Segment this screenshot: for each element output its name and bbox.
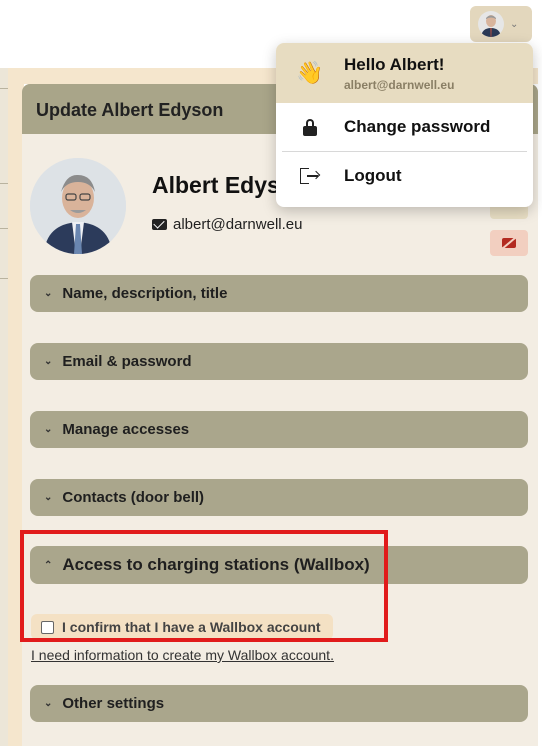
wave-icon: 👋 bbox=[296, 60, 324, 85]
profile-email-row: albert@darnwell.eu bbox=[152, 216, 302, 233]
logout-icon bbox=[300, 168, 321, 184]
accordion-contacts[interactable]: ⌄ Contacts (door bell) bbox=[30, 479, 528, 516]
accordion-other-settings[interactable]: ⌄ Other settings bbox=[30, 685, 528, 722]
accordion-label: Name, description, title bbox=[62, 285, 228, 302]
profile-photo bbox=[30, 158, 126, 254]
dropdown-greeting: 👋 Hello Albert! albert@darnwell.eu bbox=[276, 43, 533, 103]
avatar bbox=[478, 11, 504, 37]
highlight-box bbox=[20, 530, 388, 642]
menu-item-change-password[interactable]: Change password bbox=[276, 103, 533, 151]
chevron-down-icon: ⌄ bbox=[44, 288, 53, 299]
accordion-label: Other settings bbox=[62, 695, 165, 712]
accordion-label: Manage accesses bbox=[62, 421, 190, 438]
chevron-down-icon: ⌄ bbox=[44, 356, 53, 367]
chevron-down-icon: ⌄ bbox=[44, 492, 53, 503]
accordion-label: Email & password bbox=[62, 353, 192, 370]
menu-item-logout[interactable]: Logout bbox=[276, 152, 533, 200]
accordion-manage-accesses[interactable]: ⌄ Manage accesses bbox=[30, 411, 528, 448]
app-root: ⌄ Update Albert Edyson Albert Edyson alb… bbox=[0, 0, 542, 746]
menu-item-label: Logout bbox=[344, 166, 402, 185]
accordion-name-description[interactable]: ⌄ Name, description, title bbox=[30, 275, 528, 312]
account-menu-button[interactable]: ⌄ bbox=[470, 6, 532, 42]
chevron-down-icon: ⌄ bbox=[44, 424, 53, 435]
accordion-email-password[interactable]: ⌄ Email & password bbox=[30, 343, 528, 380]
accordion-label: Contacts (door bell) bbox=[62, 489, 205, 506]
profile-email: albert@darnwell.eu bbox=[173, 216, 303, 233]
chevron-down-icon: ⌄ bbox=[510, 18, 519, 30]
account-dropdown: 👋 Hello Albert! albert@darnwell.eu Chang… bbox=[276, 43, 533, 207]
wallbox-info-link[interactable]: I need information to create my Wallbox … bbox=[31, 647, 334, 663]
greeting-email: albert@darnwell.eu bbox=[344, 77, 455, 92]
mail-icon bbox=[152, 219, 167, 230]
lock-icon bbox=[303, 118, 317, 136]
camera-off-icon bbox=[502, 238, 516, 248]
background-strip bbox=[0, 68, 8, 746]
menu-item-label: Change password bbox=[344, 117, 491, 136]
chevron-down-icon: ⌄ bbox=[44, 698, 53, 709]
greeting-text: Hello Albert! bbox=[344, 54, 445, 74]
remove-photo-button[interactable] bbox=[490, 230, 528, 256]
